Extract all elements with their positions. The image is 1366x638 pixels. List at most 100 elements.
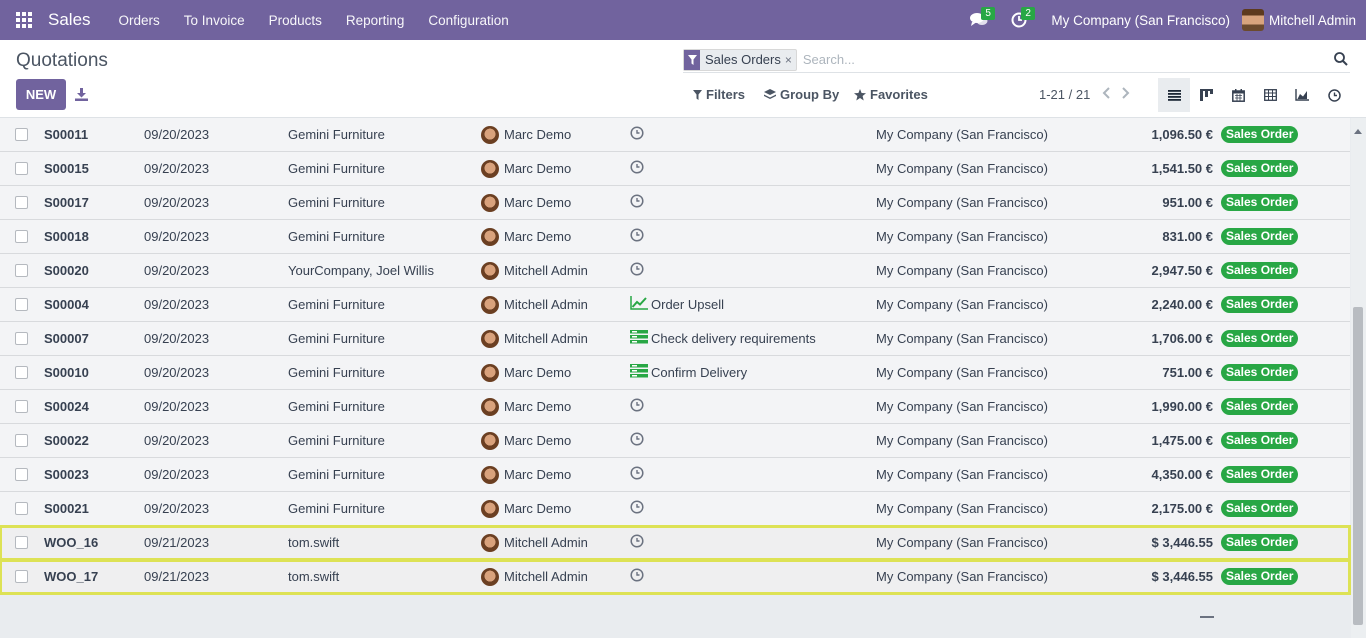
clock-icon[interactable] (630, 126, 644, 143)
clock-icon[interactable] (630, 534, 644, 551)
apps-menu-icon[interactable] (0, 0, 48, 40)
row-checkbox[interactable] (15, 254, 28, 287)
row-checkbox[interactable] (15, 220, 28, 253)
download-button[interactable] (72, 85, 90, 103)
kanban-icon (1199, 89, 1213, 101)
clock-icon[interactable] (630, 466, 644, 483)
graph-view-button[interactable] (1286, 78, 1318, 112)
activity-cell[interactable] (630, 424, 647, 457)
groupby-button[interactable]: Group By (764, 87, 839, 102)
activity-cell[interactable]: Order Upsell (630, 288, 724, 321)
table-row[interactable]: WOO_17 09/21/2023 tom.swift Mitchell Admin M… (0, 559, 1351, 595)
pivot-view-button[interactable] (1254, 78, 1286, 112)
table-row[interactable]: S00010 09/20/2023 Gemini Furniture Marc Dem… (0, 356, 1350, 390)
pager-value[interactable]: 1-21 / 21 (1039, 87, 1090, 102)
scrollbar-thumb[interactable] (1353, 307, 1363, 625)
row-checkbox[interactable] (15, 152, 28, 185)
user-menu[interactable]: Mitchell Admin (1241, 9, 1366, 31)
kanban-view-button[interactable] (1190, 78, 1222, 112)
row-checkbox[interactable] (15, 458, 28, 491)
table-row[interactable]: S00015 09/20/2023 Gemini Furniture Marc Dem… (0, 152, 1350, 186)
menu-to-invoice[interactable]: To Invoice (172, 13, 257, 28)
table-row[interactable]: S00018 09/20/2023 Gemini Furniture Marc Dem… (0, 220, 1350, 254)
collapse-handle-icon[interactable] (1200, 616, 1214, 618)
calendar-view-button[interactable] (1222, 78, 1254, 112)
table-row[interactable]: S00020 09/20/2023 YourCompany, Joel Willis… (0, 254, 1350, 288)
row-checkbox[interactable] (15, 424, 28, 457)
menu-reporting[interactable]: Reporting (334, 13, 417, 28)
total-amount: 951.00 € (1162, 195, 1213, 210)
menu-configuration[interactable]: Configuration (416, 13, 520, 28)
row-checkbox[interactable] (15, 356, 28, 389)
table-row[interactable]: S00023 09/20/2023 Gemini Furniture Marc Dem… (0, 458, 1350, 492)
scroll-up-icon[interactable] (1354, 122, 1362, 137)
company-switcher[interactable]: My Company (San Francisco) (1039, 13, 1242, 28)
clock-icon[interactable] (630, 194, 644, 211)
activity-view-button[interactable] (1318, 78, 1350, 112)
chevron-left-icon[interactable] (1102, 87, 1110, 99)
filters-button[interactable]: Filters (693, 87, 745, 102)
activity-cell[interactable] (630, 186, 647, 219)
activity-cell[interactable] (630, 458, 647, 491)
app-brand[interactable]: Sales (48, 10, 91, 30)
status-badge: Sales Order (1221, 186, 1299, 219)
favorites-button[interactable]: Favorites (854, 87, 928, 102)
activities-button[interactable]: 2 (999, 0, 1039, 40)
facet-remove-icon[interactable]: × (785, 50, 796, 70)
line-chart-icon[interactable] (630, 296, 648, 313)
messages-button[interactable]: 5 (959, 0, 999, 40)
search-input[interactable]: Search... (803, 52, 855, 67)
activity-cell[interactable]: Confirm Delivery (630, 356, 747, 389)
table-row[interactable]: S00024 09/20/2023 Gemini Furniture Marc Dem… (0, 390, 1350, 424)
list-view-button[interactable] (1158, 78, 1190, 112)
clock-icon[interactable] (630, 228, 644, 245)
tasks-icon[interactable] (630, 330, 648, 347)
clock-icon[interactable] (630, 568, 644, 585)
menu-products[interactable]: Products (257, 13, 334, 28)
row-checkbox[interactable] (15, 118, 28, 151)
activity-cell[interactable] (630, 254, 647, 287)
menu-orders[interactable]: Orders (107, 13, 172, 28)
row-checkbox[interactable] (15, 560, 28, 593)
table-row[interactable]: S00017 09/20/2023 Gemini Furniture Marc Dem… (0, 186, 1350, 220)
row-checkbox[interactable] (15, 526, 28, 559)
chevron-right-icon[interactable] (1122, 87, 1130, 99)
order-date: 09/20/2023 (144, 127, 210, 142)
activity-cell[interactable] (630, 560, 647, 593)
table-row[interactable]: S00004 09/20/2023 Gemini Furniture Mitchell… (0, 288, 1350, 322)
clock-icon[interactable] (630, 432, 644, 449)
tasks-icon[interactable] (630, 364, 648, 381)
table-row[interactable]: S00021 09/20/2023 Gemini Furniture Marc Dem… (0, 492, 1350, 526)
row-checkbox[interactable] (15, 322, 28, 355)
search-bar[interactable]: Sales Orders × Search... (683, 47, 1350, 73)
search-icon[interactable] (1334, 52, 1348, 69)
table-row[interactable]: S00011 09/20/2023 Gemini Furniture Marc Dem… (0, 118, 1350, 152)
activity-cell[interactable] (630, 118, 647, 151)
activity-cell[interactable] (630, 492, 647, 525)
customer: tom.swift (288, 569, 340, 584)
row-checkbox[interactable] (15, 288, 28, 321)
activity-cell[interactable] (630, 152, 647, 185)
activity-cell[interactable] (630, 526, 647, 559)
activity-cell[interactable]: Check delivery requirements (630, 322, 816, 355)
customer: tom.swift (288, 535, 340, 550)
row-checkbox[interactable] (15, 390, 28, 423)
clock-icon[interactable] (630, 160, 644, 177)
new-button[interactable]: NEW (16, 79, 66, 110)
status-badge: Sales Order (1221, 322, 1299, 355)
activity-cell[interactable] (630, 220, 647, 253)
table-row[interactable]: S00007 09/20/2023 Gemini Furniture Mitchell… (0, 322, 1350, 356)
order-date: 09/20/2023 (144, 467, 210, 482)
row-checkbox[interactable] (15, 492, 28, 525)
company: My Company (San Francisco) (876, 399, 1048, 414)
row-checkbox[interactable] (15, 186, 28, 219)
favorites-label: Favorites (870, 87, 928, 102)
table-row[interactable]: WOO_16 09/21/2023 tom.swift Mitchell Admin M… (0, 525, 1351, 561)
total-amount: 1,990.00 € (1151, 399, 1213, 414)
clock-icon[interactable] (630, 262, 644, 279)
clock-icon[interactable] (630, 500, 644, 517)
table-row[interactable]: S00022 09/20/2023 Gemini Furniture Marc Dem… (0, 424, 1350, 458)
activity-cell[interactable] (630, 390, 647, 423)
total-amount: $ 3,446.55 (1151, 569, 1213, 584)
clock-icon[interactable] (630, 398, 644, 415)
